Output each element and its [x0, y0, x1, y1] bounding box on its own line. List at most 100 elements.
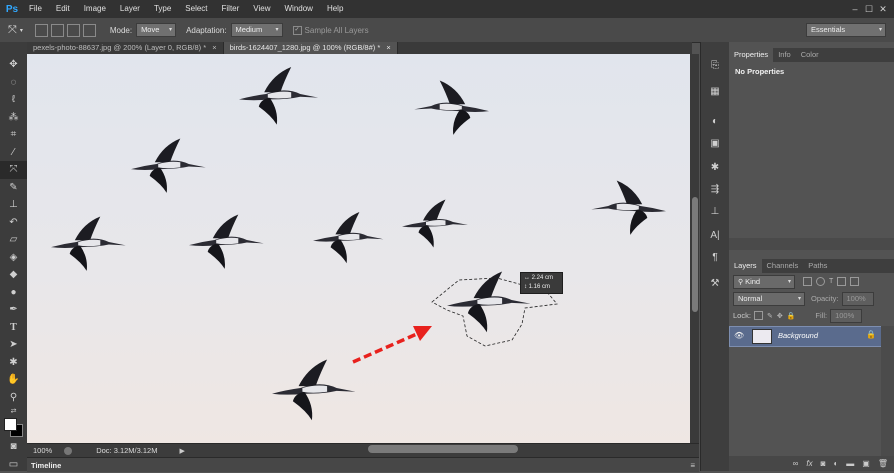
blend-mode-select[interactable]: Normal▾	[733, 292, 805, 306]
history-brush-tool-icon[interactable]: ↶	[0, 214, 27, 232]
tab-layers[interactable]: Layers	[729, 259, 762, 273]
brush-presets-icon[interactable]: ⇶	[701, 178, 729, 200]
timeline-menu-icon[interactable]: ≡	[690, 461, 695, 470]
tool-preset-dropdown-icon[interactable]: ▾	[20, 27, 23, 34]
sample-all-layers-checkbox[interactable]: ✓	[293, 26, 302, 35]
pen-tool-icon[interactable]: ✒	[0, 301, 27, 319]
tab-channels[interactable]: Channels	[762, 259, 804, 273]
link-layers-icon[interactable]: ∞	[793, 459, 799, 468]
menu-window[interactable]: Window	[278, 0, 320, 18]
clone-source-icon[interactable]: ⊥	[701, 200, 729, 222]
tab-birds[interactable]: birds-1624407_1280.jpg @ 100% (RGB/8#) *…	[224, 42, 398, 54]
shape-tool-icon[interactable]: ✱	[0, 354, 27, 372]
layer-mask-icon[interactable]: ◙	[821, 459, 826, 468]
content-aware-move-tool-icon[interactable]: ⤧	[0, 161, 27, 179]
lock-image-icon[interactable]: ✎	[767, 312, 773, 320]
swatches-panel-icon[interactable]: ▦	[701, 80, 729, 102]
tab-properties[interactable]: Properties	[729, 48, 773, 62]
layer-name[interactable]: Background	[778, 331, 818, 340]
delete-layer-icon[interactable]: 🗑	[878, 459, 888, 468]
new-layer-icon[interactable]: ▣	[862, 459, 870, 468]
eraser-tool-icon[interactable]: ▱	[0, 231, 27, 249]
vertical-scroll-thumb[interactable]	[692, 197, 698, 312]
menu-layer[interactable]: Layer	[113, 0, 147, 18]
menu-image[interactable]: Image	[77, 0, 113, 18]
subtract-from-selection-button[interactable]	[67, 24, 80, 37]
move-tool-icon[interactable]: ✥	[0, 56, 27, 74]
menu-file[interactable]: File	[22, 0, 49, 18]
screen-mode-icon[interactable]: ▭	[0, 456, 27, 473]
quick-mask-icon[interactable]: ◙	[0, 438, 27, 456]
maximize-button[interactable]: ☐	[862, 2, 876, 16]
filter-type-icon[interactable]: T	[829, 278, 833, 285]
layer-row-background[interactable]: 👁 Background 🔒	[729, 326, 883, 347]
styles-panel-icon[interactable]: ▣	[701, 132, 729, 154]
tab-color[interactable]: Color	[796, 48, 824, 62]
tool-presets-icon[interactable]: ⚒	[701, 272, 729, 294]
lock-transparent-icon[interactable]	[754, 311, 763, 320]
path-selection-tool-icon[interactable]: ➤	[0, 336, 27, 354]
menu-filter[interactable]: Filter	[215, 0, 247, 18]
mode-select[interactable]: Move▾	[136, 23, 176, 37]
menu-type[interactable]: Type	[147, 0, 178, 18]
blur-tool-icon[interactable]: ◆	[0, 266, 27, 284]
color-swatches[interactable]	[0, 416, 27, 438]
zoom-level[interactable]: 100%	[33, 446, 52, 455]
layer-kind-select[interactable]: ⚲ Kind▾	[733, 275, 795, 289]
lock-all-icon[interactable]: 🔒	[787, 312, 796, 320]
menu-edit[interactable]: Edit	[49, 0, 77, 18]
lasso-tool-icon[interactable]: ℓ	[0, 91, 27, 109]
history-panel-icon[interactable]: ⎘	[701, 54, 729, 76]
adjustment-layer-icon[interactable]: ◐	[833, 459, 838, 468]
intersect-selection-button[interactable]	[83, 24, 96, 37]
eyedropper-tool-icon[interactable]: ⁄	[0, 144, 27, 162]
status-info-icon[interactable]	[64, 447, 72, 455]
menu-help[interactable]: Help	[320, 0, 350, 18]
menu-select[interactable]: Select	[178, 0, 214, 18]
workspace-select[interactable]: Essentials▾	[806, 23, 886, 37]
horizontal-scroll-thumb[interactable]	[368, 445, 518, 453]
brush-panel-icon[interactable]: ✱	[701, 156, 729, 178]
foreground-color-swatch[interactable]	[4, 418, 17, 431]
crop-tool-icon[interactable]: ⌗	[0, 126, 27, 144]
properties-resize-handle[interactable]	[729, 238, 894, 250]
close-tab-icon[interactable]: ×	[212, 43, 216, 52]
new-selection-button[interactable]	[35, 24, 48, 37]
brush-tool-icon[interactable]: ✎	[0, 179, 27, 197]
opacity-field[interactable]: 100%	[842, 292, 874, 306]
paragraph-panel-icon[interactable]: ¶	[701, 246, 729, 268]
dodge-tool-icon[interactable]: ●	[0, 284, 27, 302]
content-aware-move-tool-icon[interactable]: ⤧	[8, 24, 17, 37]
zoom-tool-icon[interactable]: ⚲	[0, 389, 27, 407]
tab-info[interactable]: Info	[773, 48, 796, 62]
lock-position-icon[interactable]: ✥	[777, 312, 783, 320]
tab-pexels-photo[interactable]: pexels-photo-88637.jpg @ 200% (Layer 0, …	[27, 42, 224, 54]
adaptation-select[interactable]: Medium▾	[231, 23, 283, 37]
filter-shape-icon[interactable]	[837, 277, 846, 286]
swap-colors-icon[interactable]: ⇄	[0, 406, 27, 416]
eye-icon[interactable]: 👁	[734, 331, 744, 340]
add-to-selection-button[interactable]	[51, 24, 64, 37]
filter-pixel-icon[interactable]	[803, 277, 812, 286]
adjustments-panel-icon[interactable]: ◐	[701, 110, 729, 132]
layer-style-icon[interactable]: fx	[806, 459, 812, 468]
type-tool-icon[interactable]: T	[0, 319, 27, 337]
timeline-label[interactable]: Timeline	[31, 461, 61, 470]
document-canvas[interactable]: ↔ 2.24 cm ↕ 1.16 cm	[27, 54, 690, 443]
minimize-button[interactable]: –	[848, 2, 862, 16]
filter-smart-object-icon[interactable]	[850, 277, 859, 286]
new-group-icon[interactable]: ▬	[846, 459, 854, 468]
quick-selection-tool-icon[interactable]: ⁂	[0, 109, 27, 127]
status-menu-arrow-icon[interactable]: ▶	[179, 447, 184, 455]
close-tab-icon[interactable]: ×	[386, 43, 390, 52]
close-window-button[interactable]: ✕	[876, 2, 890, 16]
menu-view[interactable]: View	[246, 0, 277, 18]
tab-paths[interactable]: Paths	[803, 259, 832, 273]
clone-stamp-tool-icon[interactable]: ⊥	[0, 196, 27, 214]
layers-scrollbar[interactable]	[881, 326, 894, 456]
character-panel-icon[interactable]: A|	[701, 224, 729, 246]
filter-adjustment-icon[interactable]	[816, 277, 825, 286]
hand-tool-icon[interactable]: ✋	[0, 371, 27, 389]
fill-field[interactable]: 100%	[830, 309, 862, 323]
marquee-tool-icon[interactable]: ◌	[0, 74, 27, 92]
